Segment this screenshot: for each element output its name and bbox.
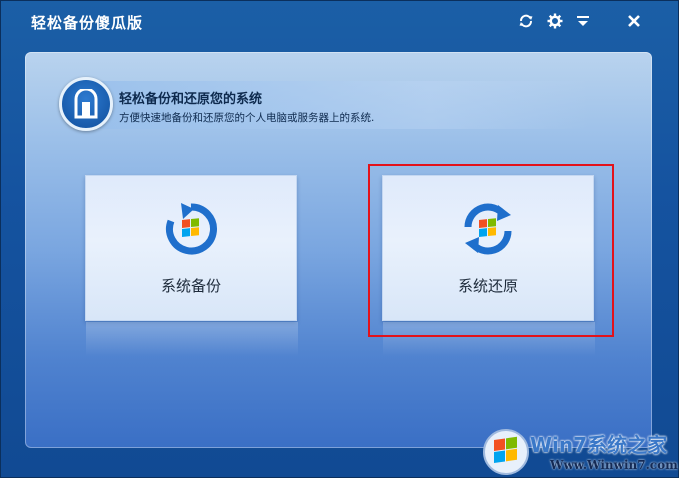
system-backup-button[interactable]: 系统备份 (85, 175, 298, 356)
app-window: 轻松备份傻瓜版 轻松备份和还原您的系统 方便快速地备份和还原您的个人电脑或服务器… (0, 0, 679, 478)
settings-button[interactable] (544, 10, 566, 32)
watermark-url: Www.Winwin7.com (550, 458, 678, 472)
backup-app-icon (59, 77, 113, 131)
refresh-icon (519, 14, 533, 28)
system-backup-label: 系统备份 (160, 277, 221, 295)
backup-icon (166, 203, 217, 255)
close-button[interactable] (623, 10, 645, 32)
menu-button[interactable] (572, 10, 594, 32)
site-watermark: Win7系统之家 Www.Winwin7.com (478, 426, 678, 478)
selection-highlight-box (368, 164, 614, 337)
windows-logo-icon (483, 429, 529, 475)
banner-subtitle: 方便快速地备份和还原您的个人电脑或服务器上的系统. (119, 112, 375, 124)
title-bar[interactable]: 轻松备份傻瓜版 (1, 1, 678, 43)
gear-icon (547, 13, 563, 29)
refresh-button[interactable] (515, 10, 537, 32)
banner-title: 轻松备份和还原您的系统 (119, 92, 263, 107)
close-icon (628, 15, 640, 27)
watermark-brand: Win7系统之家 (530, 433, 668, 457)
window-title: 轻松备份傻瓜版 (31, 14, 144, 32)
menu-icon (577, 16, 589, 26)
